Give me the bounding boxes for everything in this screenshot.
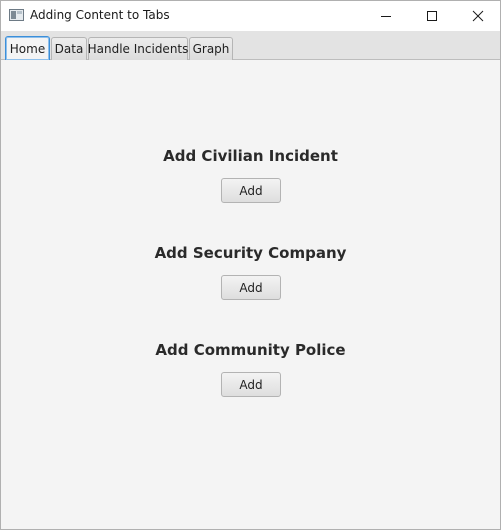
tab-handle-incidents[interactable]: Handle Incidents [88, 37, 188, 60]
app-window: Adding Content to Tabs Home Data Handle … [0, 0, 501, 530]
minimize-icon [381, 16, 391, 17]
civilian-incident-heading: Add Civilian Incident [163, 147, 338, 165]
maximize-button[interactable] [409, 1, 455, 31]
home-tab-content: Add Civilian Incident Add Add Security C… [1, 60, 500, 529]
minimize-button[interactable] [363, 1, 409, 31]
close-button[interactable] [455, 1, 500, 31]
close-icon [472, 10, 484, 22]
maximize-icon [427, 11, 437, 21]
security-company-heading: Add Security Company [154, 244, 347, 262]
tab-bar: Home Data Handle Incidents Graph [1, 31, 500, 60]
title-bar[interactable]: Adding Content to Tabs [1, 1, 500, 31]
add-community-police-button[interactable]: Add [221, 372, 281, 397]
tab-home[interactable]: Home [5, 36, 50, 60]
add-security-company-button[interactable]: Add [221, 275, 281, 300]
community-police-heading: Add Community Police [155, 341, 346, 359]
add-civilian-incident-button[interactable]: Add [221, 178, 281, 203]
tab-data[interactable]: Data [51, 37, 87, 60]
window-title: Adding Content to Tabs [30, 8, 170, 22]
app-icon [9, 9, 24, 21]
tab-graph[interactable]: Graph [189, 37, 233, 60]
